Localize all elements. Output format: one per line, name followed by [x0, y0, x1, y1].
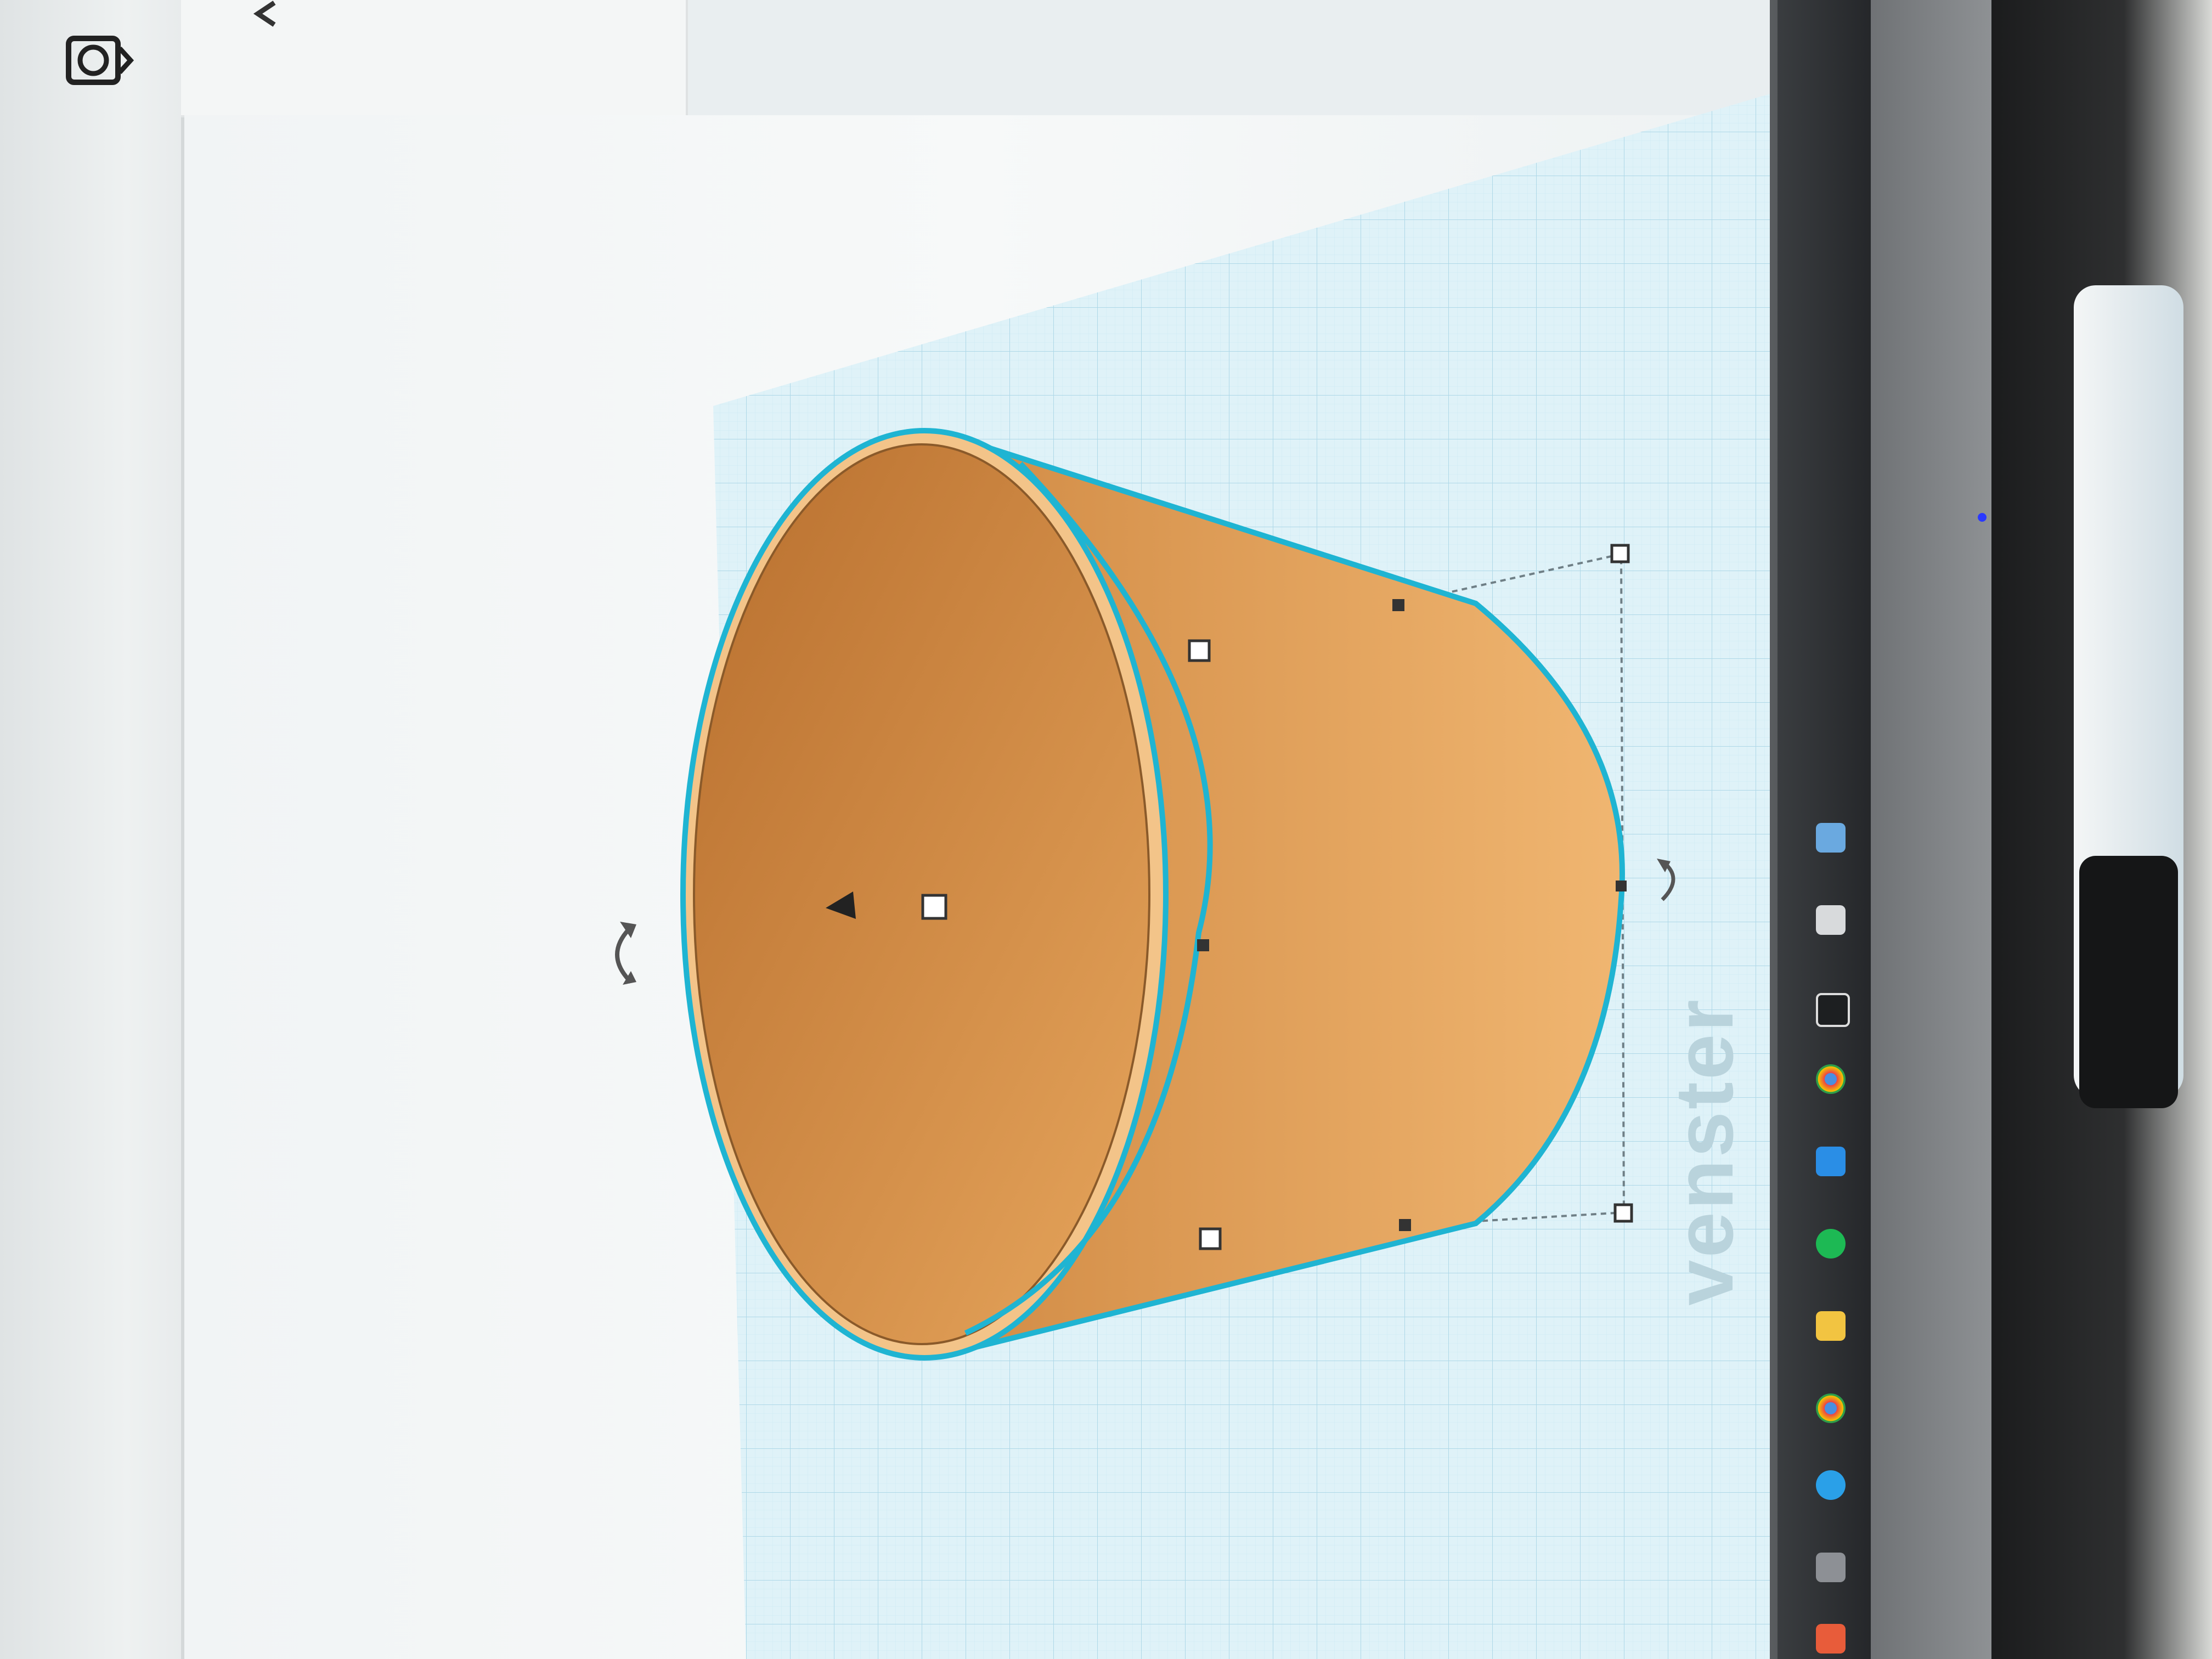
power-led — [1978, 513, 1987, 522]
handle-top[interactable] — [1188, 639, 1211, 662]
handle-center[interactable] — [921, 894, 947, 920]
edge-icon[interactable] — [1816, 1147, 1846, 1176]
explorer-icon[interactable] — [1816, 1311, 1846, 1341]
handle-corner-bottom-right[interactable] — [1613, 1203, 1633, 1223]
handle-corner-top-right[interactable] — [1610, 544, 1630, 563]
spotify-icon[interactable] — [1816, 1229, 1846, 1259]
windows-start-icon[interactable] — [1816, 823, 1846, 853]
screenshot-photo: venster — [0, 0, 2212, 1659]
handle-mid-left[interactable] — [1197, 939, 1209, 951]
outlook-icon[interactable] — [1816, 1624, 1846, 1654]
handle-mid-bottom[interactable] — [1399, 1219, 1411, 1231]
handle-bottom[interactable] — [1199, 1227, 1222, 1250]
handle-mid-right[interactable] — [1616, 881, 1627, 891]
task-view-icon[interactable] — [1816, 905, 1846, 935]
monitor-frame — [1871, 0, 1991, 1659]
chrome-icon-2[interactable] — [1816, 1393, 1846, 1423]
handle-mid-top[interactable] — [1392, 599, 1404, 611]
workplane-watermark: venster — [1658, 997, 1750, 1306]
marker-cap — [2079, 856, 2178, 1108]
app-icon[interactable] — [1816, 993, 1850, 1027]
edge-icon-2[interactable] — [1816, 1470, 1846, 1500]
chrome-icon[interactable] — [1816, 1064, 1846, 1094]
teams-icon[interactable] — [1816, 1553, 1846, 1582]
rotate-left-icon[interactable] — [615, 922, 636, 985]
